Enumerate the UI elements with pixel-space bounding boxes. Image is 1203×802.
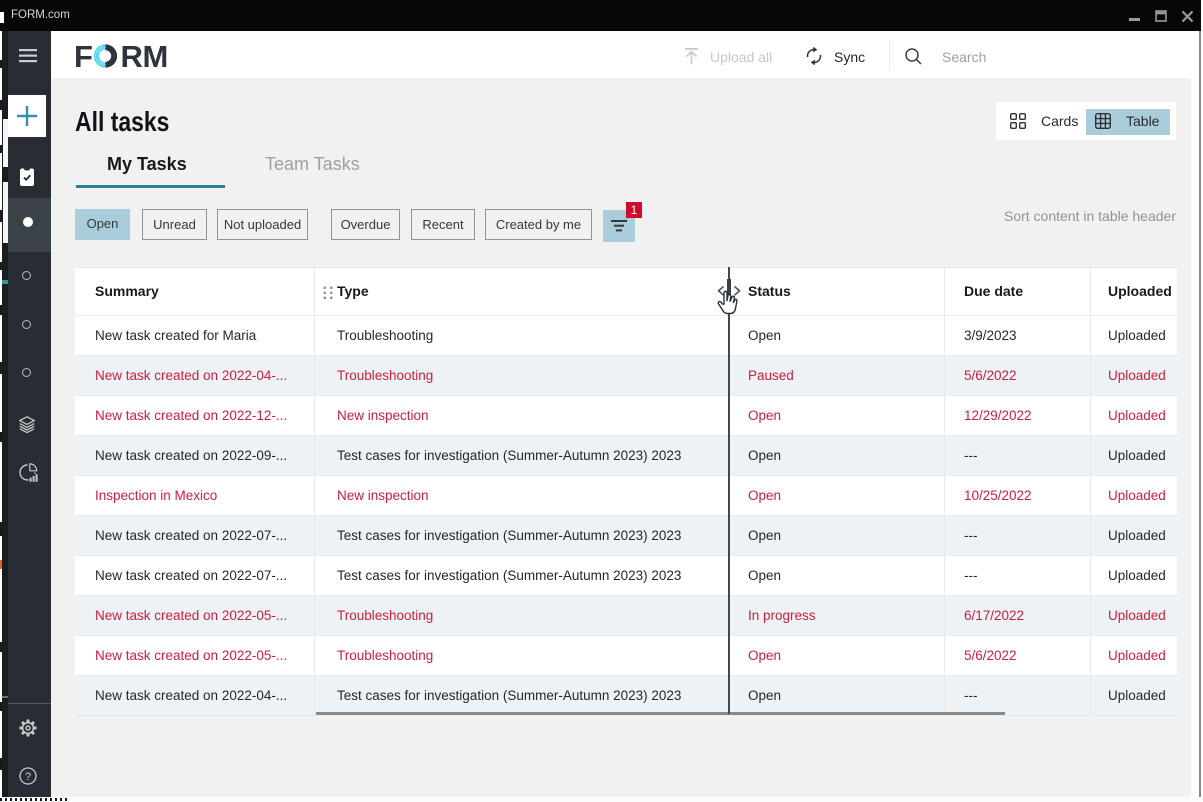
svg-text:?: ? [25,771,31,783]
svg-text:F: F [74,44,93,70]
svg-text:M: M [143,44,169,70]
svg-text:R: R [121,44,143,70]
